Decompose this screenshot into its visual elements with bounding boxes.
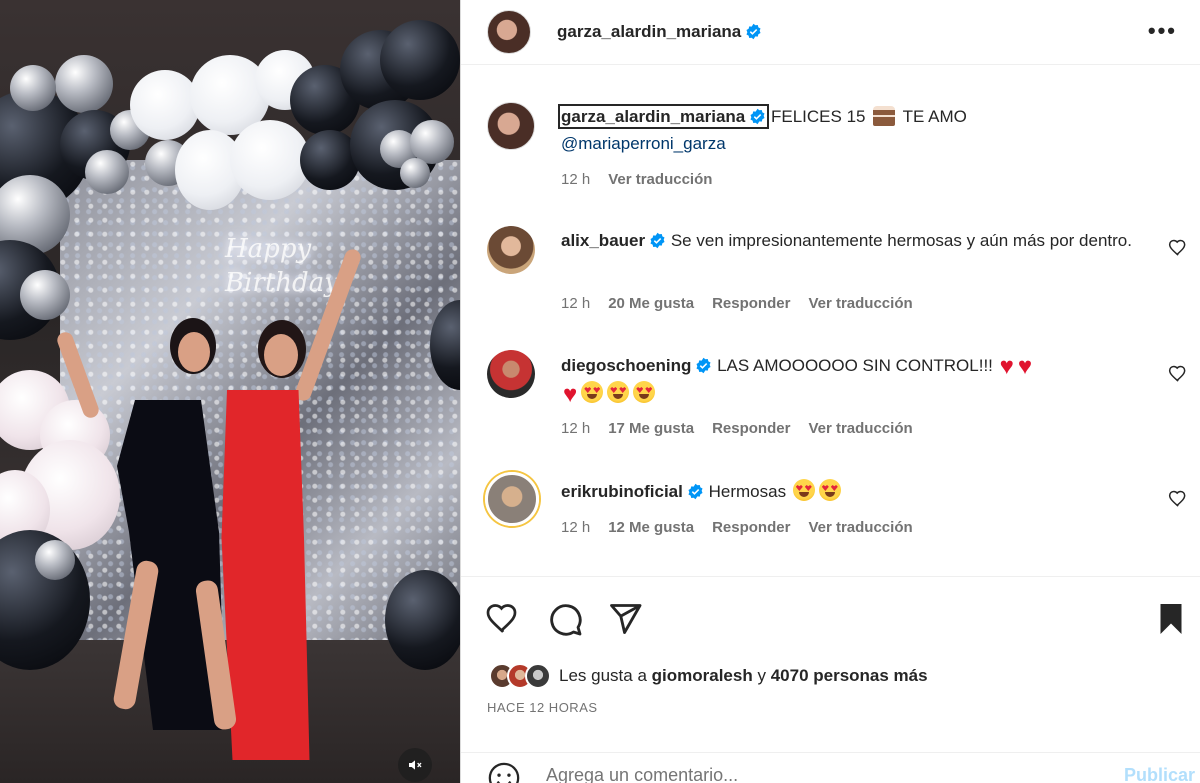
translate-link[interactable]: Ver traducción — [808, 295, 912, 312]
liker-avatar[interactable] — [525, 663, 551, 689]
header-username-text[interactable]: garza_alardin_mariana — [557, 22, 741, 41]
balloon — [130, 70, 200, 140]
commenter-avatar[interactable] — [487, 350, 535, 398]
neon-line-2: Birthday — [225, 268, 339, 298]
caption-time[interactable]: 12 h — [561, 171, 590, 188]
likes-first-user[interactable]: giomoralesh — [652, 666, 753, 685]
balloon — [385, 570, 460, 670]
heart-eyes-emoji-icon — [792, 479, 815, 501]
comment-input[interactable] — [546, 765, 1066, 783]
likes-summary: Les gusta a giomoralesh y 4070 personas … — [489, 663, 928, 689]
bookmark-icon[interactable] — [1153, 601, 1189, 637]
commenter-avatar[interactable] — [485, 472, 539, 526]
add-comment-bar: Publicar — [461, 752, 1200, 783]
balloon — [10, 65, 56, 111]
post-media[interactable]: Happy Birthday — [0, 0, 460, 783]
more-options-icon[interactable]: ••• — [1148, 20, 1177, 42]
comment-likes-count[interactable]: 20 Me gusta — [608, 295, 694, 312]
emoji-smile-icon[interactable] — [487, 761, 521, 783]
header-username[interactable]: garza_alardin_mariana — [557, 22, 762, 42]
balloon — [55, 55, 113, 113]
comment-body: LAS AMOOOOOO SIN CONTROL!!! — [717, 356, 993, 375]
likes-connector: y — [757, 666, 766, 685]
comment-body: Se ven impresionantemente hermosas y aún… — [670, 231, 1132, 250]
post-actions-section: Les gusta a giomoralesh y 4070 personas … — [461, 576, 1200, 783]
person-face — [178, 332, 210, 372]
cake-emoji-icon — [873, 106, 896, 126]
comment-body: Hermosas — [708, 482, 787, 501]
avatar[interactable] — [487, 10, 531, 54]
verified-badge-icon — [650, 232, 665, 249]
comment: diegoschoening LAS AMOOOOOO SIN CONTROL!… — [561, 352, 1151, 408]
balloon — [380, 20, 460, 100]
comment-meta: 12 h 17 Me gusta Responder Ver traducció… — [561, 420, 913, 437]
person-face — [264, 334, 298, 376]
translate-link[interactable]: Ver traducción — [808, 420, 912, 437]
comment-username[interactable]: erikrubinoficial — [561, 482, 683, 501]
commenter-avatar[interactable] — [487, 226, 535, 274]
verified-badge-icon — [750, 108, 765, 125]
red-heart-emoji-icon: ♥ — [999, 353, 1014, 380]
comment-username[interactable]: alix_bauer — [561, 231, 645, 250]
comment-like-heart-icon[interactable] — [1168, 238, 1188, 258]
post-time-ago[interactable]: HACE 12 HORAS — [487, 700, 598, 715]
caption-meta: 12 h Ver traducción — [561, 171, 712, 188]
likes-prefix: Les gusta a — [559, 666, 647, 685]
translate-link[interactable]: Ver traducción — [808, 519, 912, 536]
publish-button[interactable]: Publicar — [1124, 765, 1195, 783]
heart-eyes-emoji-icon — [607, 381, 630, 403]
caption-avatar[interactable] — [487, 102, 535, 150]
comment-time[interactable]: 12 h — [561, 519, 590, 536]
send-icon[interactable] — [607, 601, 643, 637]
heart-icon[interactable] — [485, 601, 521, 637]
caption-text-after: TE AMO — [902, 107, 967, 126]
heart-eyes-emoji-icon — [818, 479, 841, 501]
speaker-muted-icon[interactable] — [398, 748, 432, 782]
verified-badge-icon — [696, 357, 711, 374]
heart-eyes-emoji-icon — [633, 381, 656, 403]
heart-eyes-emoji-icon — [581, 381, 604, 403]
comment-meta: 12 h 20 Me gusta Responder Ver traducció… — [561, 295, 913, 312]
comment-like-heart-icon[interactable] — [1168, 364, 1188, 384]
balloon — [230, 120, 310, 200]
balloon — [400, 158, 430, 188]
caption-username-text[interactable]: garza_alardin_mariana — [561, 107, 745, 126]
comment-likes-count[interactable]: 17 Me gusta — [608, 420, 694, 437]
comment-meta: 12 h 12 Me gusta Responder Ver traducció… — [561, 519, 913, 536]
caption-text-before: FELICES 15 — [771, 107, 866, 126]
verified-badge-icon — [746, 23, 761, 40]
red-heart-emoji-icon: ♥ — [1017, 353, 1033, 380]
mention-link[interactable]: @mariaperroni_garza — [561, 134, 726, 153]
caption: garza_alardin_mariana FELICES 15 TE AMO … — [557, 103, 1121, 157]
reply-button[interactable]: Responder — [712, 420, 790, 437]
comment: alix_bauer Se ven impresionantemente her… — [561, 227, 1151, 254]
comment-time[interactable]: 12 h — [561, 420, 590, 437]
caption-translate-link[interactable]: Ver traducción — [608, 171, 712, 188]
comment-time[interactable]: 12 h — [561, 295, 590, 312]
comment-like-heart-icon[interactable] — [1168, 489, 1188, 509]
post-header: garza_alardin_mariana ••• — [461, 0, 1200, 65]
reply-button[interactable]: Responder — [712, 519, 790, 536]
balloon — [20, 270, 70, 320]
neon-line-1: Happy — [225, 234, 312, 264]
balloon — [35, 540, 75, 580]
comment: erikrubinoficial Hermosas — [561, 478, 1151, 505]
balloon — [85, 150, 129, 194]
comment-username[interactable]: diegoschoening — [561, 356, 691, 375]
reply-button[interactable]: Responder — [712, 295, 790, 312]
comment-likes-count[interactable]: 12 Me gusta — [608, 519, 694, 536]
verified-badge-icon — [688, 483, 703, 500]
likes-text: Les gusta a giomoralesh y 4070 personas … — [559, 666, 928, 686]
post-details-panel: garza_alardin_mariana ••• garza_alardin_… — [460, 0, 1200, 783]
neon-sign: Happy Birthday — [225, 232, 339, 300]
comment-icon[interactable] — [547, 601, 583, 637]
red-heart-emoji-icon: ♥ — [563, 381, 578, 408]
likes-others-count[interactable]: 4070 personas más — [771, 666, 928, 685]
caption-username[interactable]: garza_alardin_mariana — [557, 104, 770, 129]
